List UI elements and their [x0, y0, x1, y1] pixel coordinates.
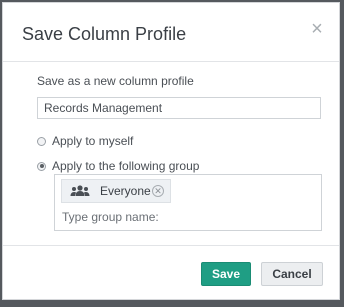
- apply-to-myself-radio[interactable]: [37, 136, 46, 146]
- footer-divider: [3, 245, 339, 246]
- apply-to-group-label: Apply to the following group: [52, 159, 200, 173]
- group-selector[interactable]: Everyone ✕: [54, 174, 322, 231]
- cancel-button[interactable]: Cancel: [261, 262, 323, 286]
- apply-to-myself-option[interactable]: Apply to myself: [37, 134, 133, 148]
- close-icon[interactable]: ×: [309, 19, 325, 39]
- dialog-title: Save Column Profile: [22, 24, 187, 44]
- users-icon: [70, 185, 90, 196]
- group-name-input[interactable]: [62, 209, 312, 225]
- new-profile-label: Save as a new column profile: [37, 74, 194, 88]
- save-button[interactable]: Save: [201, 262, 251, 286]
- group-tag-everyone: Everyone ✕: [61, 179, 171, 203]
- remove-tag-icon[interactable]: ✕: [152, 185, 164, 197]
- save-column-profile-dialog: Save Column Profile × Save as a new colu…: [2, 2, 340, 300]
- apply-to-myself-label: Apply to myself: [52, 134, 134, 148]
- apply-to-group-radio[interactable]: [37, 161, 46, 171]
- profile-name-input[interactable]: [37, 97, 321, 119]
- group-tag-label: Everyone: [100, 184, 151, 198]
- apply-to-group-option[interactable]: Apply to the following group: [37, 159, 199, 173]
- dialog-header: Save Column Profile ×: [3, 3, 339, 62]
